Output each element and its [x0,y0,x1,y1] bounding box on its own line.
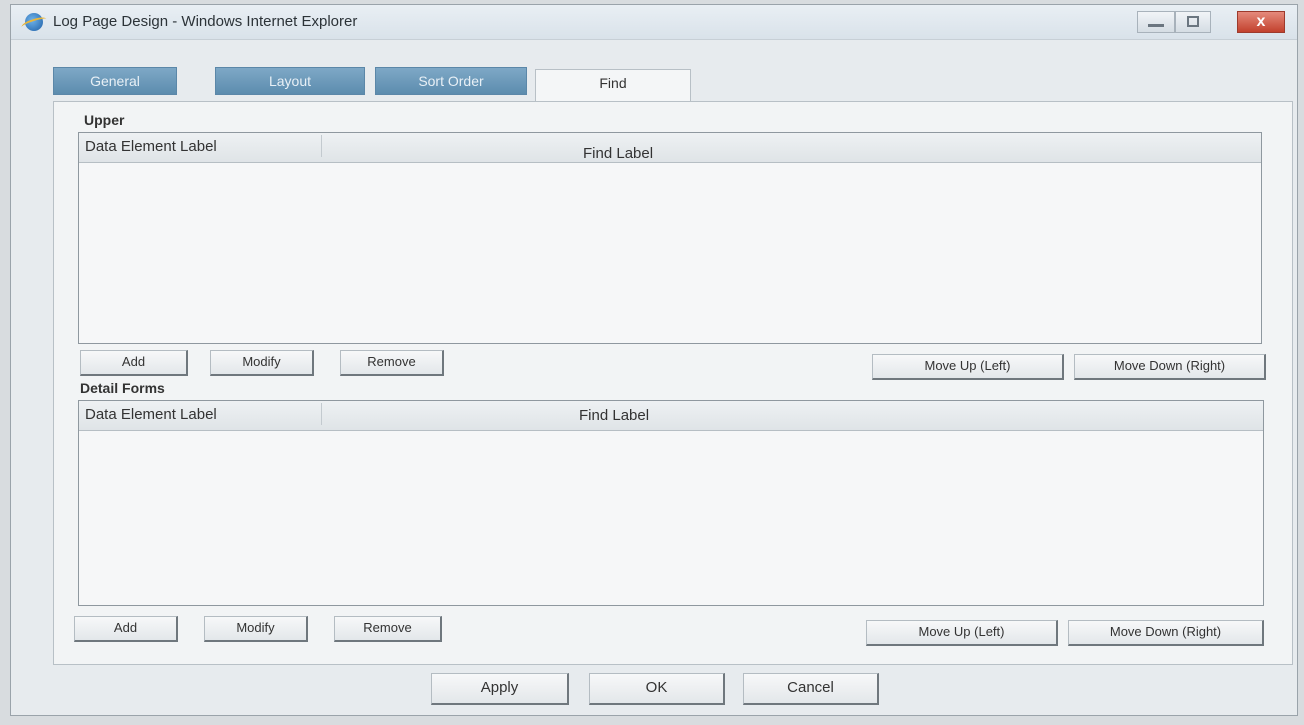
detail-forms-section-label: Detail Forms [80,380,165,396]
ok-button[interactable]: OK [589,673,725,705]
internet-explorer-icon [25,13,43,31]
detail-move-up-button[interactable]: Move Up (Left) [866,620,1058,646]
tab-general[interactable]: General [53,67,177,95]
detail-column-find-label[interactable]: Find Label [579,407,649,424]
maximize-button[interactable] [1175,11,1211,33]
detail-column-data-element-label[interactable]: Data Element Label [85,406,217,423]
detail-modify-button[interactable]: Modify [204,616,308,642]
detail-add-button[interactable]: Add [74,616,178,642]
upper-section-label: Upper [84,112,125,128]
browser-window: Log Page Design - Windows Internet Explo… [10,4,1298,716]
upper-move-up-button[interactable]: Move Up (Left) [872,354,1064,380]
find-tab-panel: Upper Data Element Label Find Label Add … [53,101,1293,665]
maximize-icon [1187,16,1199,27]
close-button[interactable]: x [1237,11,1285,33]
tab-layout[interactable]: Layout [215,67,365,95]
close-icon: x [1256,13,1266,30]
upper-modify-button[interactable]: Modify [210,350,314,376]
upper-move-down-button[interactable]: Move Down (Right) [1074,354,1266,380]
window-title: Log Page Design - Windows Internet Explo… [53,13,358,30]
upper-remove-button[interactable]: Remove [340,350,444,376]
tab-find[interactable]: Find [535,69,691,101]
upper-column-divider[interactable] [321,135,322,157]
cancel-button[interactable]: Cancel [743,673,879,705]
detail-remove-button[interactable]: Remove [334,616,442,642]
minimize-button[interactable] [1137,11,1175,33]
tab-sort-order[interactable]: Sort Order [375,67,527,95]
upper-list[interactable]: Data Element Label Find Label [78,132,1262,344]
upper-column-data-element-label[interactable]: Data Element Label [85,138,217,155]
upper-add-button[interactable]: Add [80,350,188,376]
detail-forms-list[interactable]: Data Element Label Find Label [78,400,1264,606]
detail-column-divider[interactable] [321,403,322,425]
minimize-icon [1148,24,1164,27]
apply-button[interactable]: Apply [431,673,569,705]
upper-column-find-label[interactable]: Find Label [583,145,653,162]
upper-list-header: Data Element Label Find Label [79,133,1261,163]
detail-forms-list-header: Data Element Label Find Label [79,401,1263,431]
title-bar: Log Page Design - Windows Internet Explo… [11,5,1297,40]
detail-move-down-button[interactable]: Move Down (Right) [1068,620,1264,646]
